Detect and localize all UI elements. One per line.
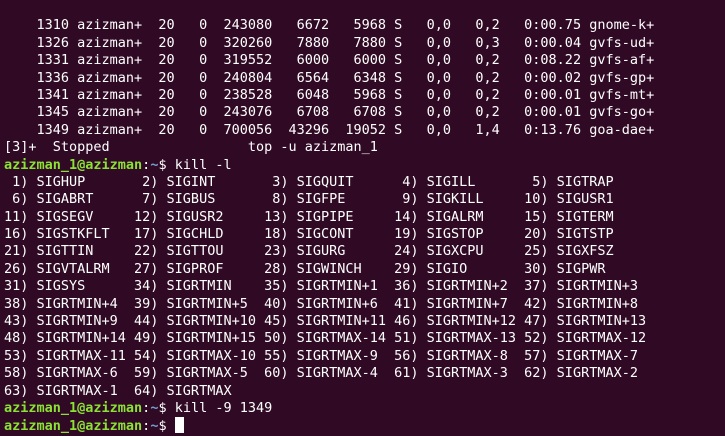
prompt-line-kill-pid: azizman_1@azizman:~$ kill -9 1349 <box>4 400 725 417</box>
process-row: 1341 azizman+ 20 0 238528 6048 5968 S 0,… <box>4 86 655 103</box>
command-text: kill -l <box>174 156 232 173</box>
signal-list-row: 1) SIGHUP 2) SIGINT 3) SIGQUIT 4) SIGILL… <box>4 173 614 190</box>
process-row: 1349 azizman+ 20 0 700056 43296 19052 S … <box>4 121 655 138</box>
signal-list-row: 43) SIGRTMIN+9 44) SIGRTMIN+10 45) SIGRT… <box>4 313 647 330</box>
prompt-symbol: $ <box>158 400 175 416</box>
prompt-user-host: azizman_1@azizman <box>4 418 143 435</box>
prompt-symbol: $ <box>158 418 175 435</box>
signal-list-row: 58) SIGRTMAX-6 59) SIGRTMAX-5 60) SIGRTM… <box>4 365 638 382</box>
prompt-symbol: $ <box>158 156 175 173</box>
signal-list-row: 63) SIGRTMAX-1 64) SIGRTMAX <box>4 382 232 399</box>
signal-list-row: 6) SIGABRT 7) SIGBUS 8) SIGFPE 9) SIGKIL… <box>4 191 614 208</box>
command-text: kill -9 1349 <box>174 400 273 416</box>
signal-list-row: 31) SIGSYS 34) SIGRTMIN 35) SIGRTMIN+1 3… <box>4 278 638 295</box>
signal-list-row: 16) SIGSTKFLT 17) SIGCHLD 18) SIGCONT 19… <box>4 226 614 243</box>
signal-list-row: 26) SIGVTALRM 27) SIGPROF 28) SIGWINCH 2… <box>4 260 606 277</box>
signal-list-row: 38) SIGRTMIN+4 39) SIGRTMIN+5 40) SIGRTM… <box>4 295 638 312</box>
signal-list-row: 53) SIGRTMAX-11 54) SIGRTMAX-10 55) SIGR… <box>4 347 638 364</box>
text-cursor[interactable] <box>174 417 184 434</box>
process-row: 1345 azizman+ 20 0 243076 6708 6708 S 0,… <box>4 104 655 121</box>
process-row: 1326 azizman+ 20 0 320260 7880 7880 S 0,… <box>4 34 655 51</box>
prompt-user-host: azizman_1@azizman <box>4 400 143 416</box>
prompt-user-host: azizman_1@azizman <box>4 156 143 173</box>
signal-list-row: 48) SIGRTMIN+14 49) SIGRTMIN+15 50) SIGR… <box>4 330 647 347</box>
active-prompt-line[interactable]: azizman_1@azizman:~$ <box>4 417 725 434</box>
process-row: 1331 azizman+ 20 0 319552 6000 6000 S 0,… <box>4 52 655 69</box>
job-status-line: [3]+ Stopped top -u azizman_1 <box>4 139 378 156</box>
signal-list-row: 11) SIGSEGV 12) SIGUSR2 13) SIGPIPE 14) … <box>4 208 614 225</box>
process-row: 1336 azizman+ 20 0 240804 6564 6348 S 0,… <box>4 69 655 86</box>
terminal-window[interactable]: 1310 azizman+ 20 0 243080 6672 5968 S 0,… <box>0 0 725 436</box>
signal-list-row: 21) SIGTTIN 22) SIGTTOU 23) SIGURG 24) S… <box>4 243 614 260</box>
process-row: 1310 azizman+ 20 0 243080 6672 5968 S 0,… <box>4 17 655 34</box>
prompt-line-kill-list: azizman_1@azizman:~$ kill -l <box>4 157 725 174</box>
